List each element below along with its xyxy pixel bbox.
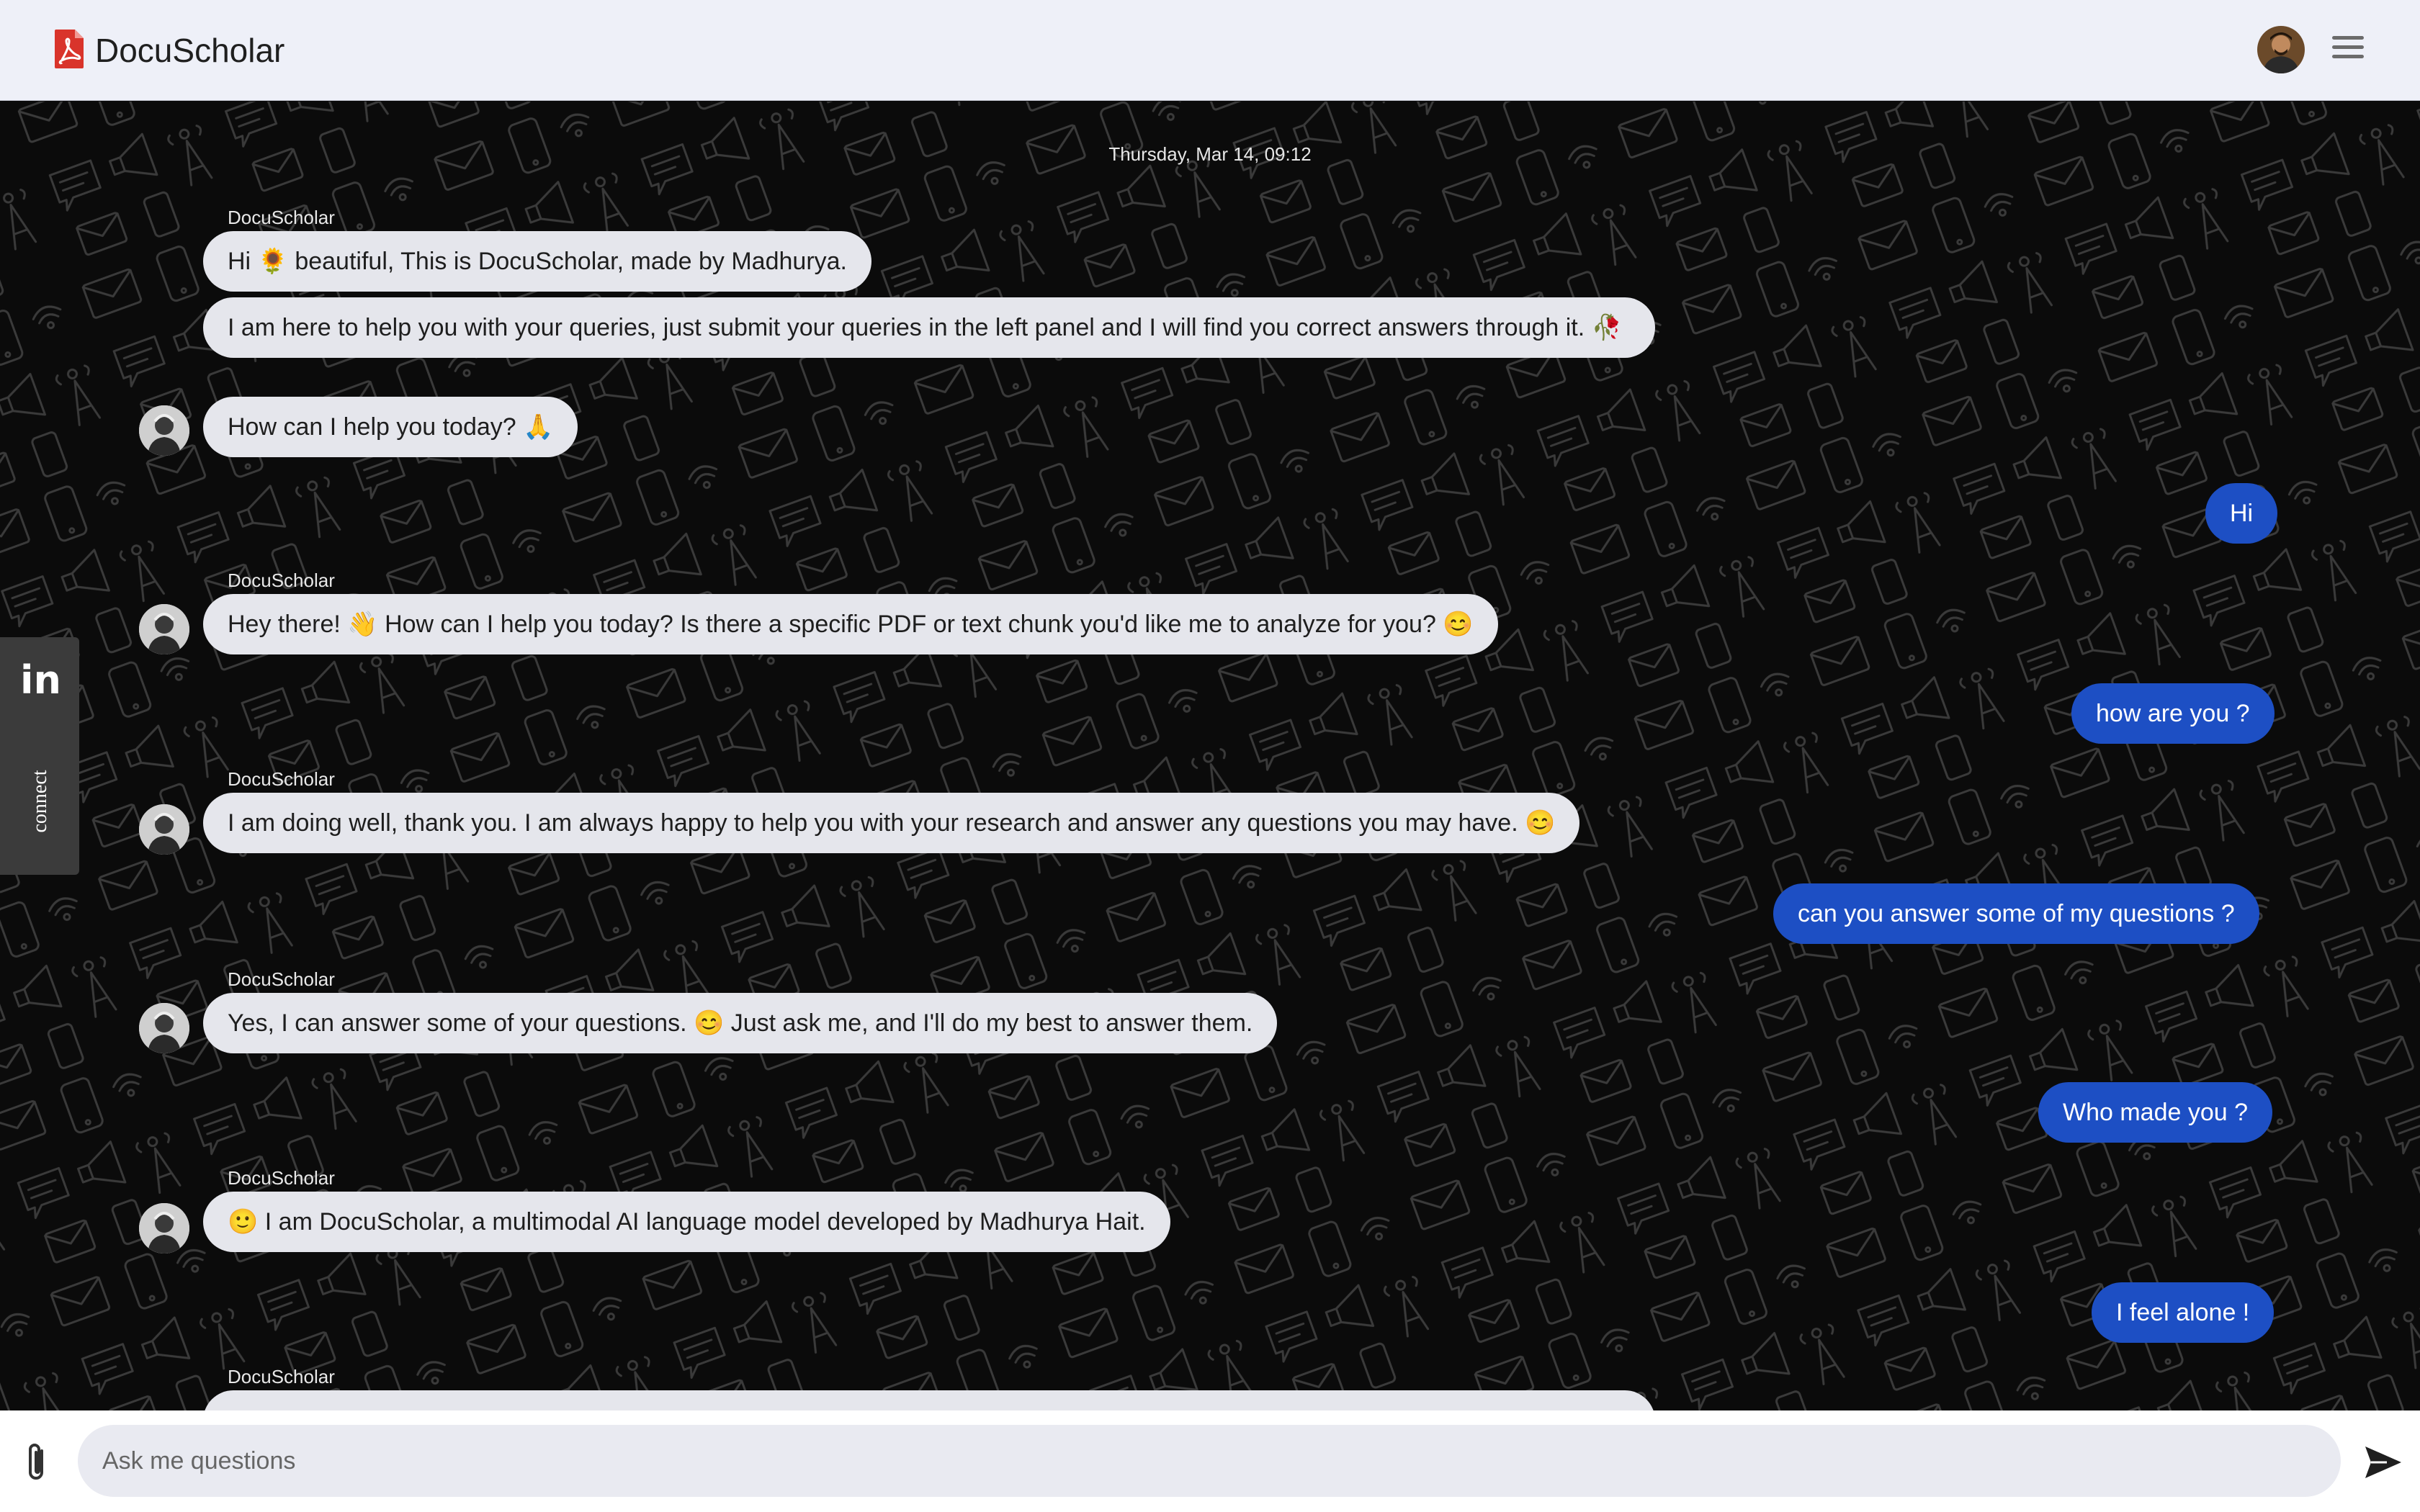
- app-title: DocuScholar: [95, 32, 285, 69]
- user-message: Who made you ?: [2038, 1082, 2273, 1143]
- sender-name: DocuScholar: [228, 768, 335, 790]
- user-message: can you answer some of my questions ?: [1773, 883, 2259, 944]
- brand[interactable]: DocuScholar: [53, 26, 284, 75]
- app-header: DocuScholar: [0, 0, 2420, 101]
- user-message: Hi: [2205, 483, 2278, 544]
- user-message: how are you ?: [2071, 683, 2275, 744]
- sender-name: DocuScholar: [228, 968, 335, 990]
- paperclip-icon[interactable]: [20, 1441, 56, 1484]
- chat-area[interactable]: Thursday, Mar 14, 09:12 DocuScholar Hi 🌻…: [0, 102, 2420, 1410]
- question-input[interactable]: [78, 1425, 2341, 1497]
- sender-name: DocuScholar: [228, 207, 335, 228]
- sender-name: DocuScholar: [228, 1366, 335, 1387]
- bot-message: Hi 🌻 beautiful, This is DocuScholar, mad…: [203, 231, 871, 292]
- linkedin-icon: in: [20, 657, 61, 703]
- input-bar: [0, 1410, 2420, 1512]
- bot-avatar: [139, 1003, 189, 1053]
- bot-avatar: [139, 604, 189, 654]
- bot-message-partial: [203, 1390, 1655, 1410]
- bot-message: Yes, I can answer some of your questions…: [203, 993, 1278, 1053]
- user-avatar[interactable]: [2257, 26, 2305, 73]
- bot-avatar: [139, 804, 189, 855]
- pdf-icon: [53, 28, 85, 73]
- send-icon[interactable]: [2362, 1444, 2403, 1481]
- bot-message: I am here to help you with your queries,…: [203, 297, 1655, 358]
- bot-message: Hey there! 👋 How can I help you today? I…: [203, 594, 1498, 654]
- bot-message: How can I help you today? 🙏: [203, 397, 578, 457]
- date-stamp: Thursday, Mar 14, 09:12: [1108, 143, 1312, 165]
- linkedin-connect-tab[interactable]: in connect: [0, 637, 79, 875]
- connect-label: connect: [29, 770, 51, 833]
- sender-name: DocuScholar: [228, 1167, 335, 1189]
- bot-message: I am doing well, thank you. I am always …: [203, 793, 1580, 853]
- bot-avatar: [139, 1203, 189, 1254]
- hamburger-menu-icon[interactable]: [2332, 36, 2364, 65]
- bot-message: 🙂 I am DocuScholar, a multimodal AI lang…: [203, 1192, 1170, 1252]
- bot-avatar: [139, 405, 189, 456]
- user-message: I feel alone !: [2092, 1282, 2275, 1343]
- sender-name: DocuScholar: [228, 570, 335, 591]
